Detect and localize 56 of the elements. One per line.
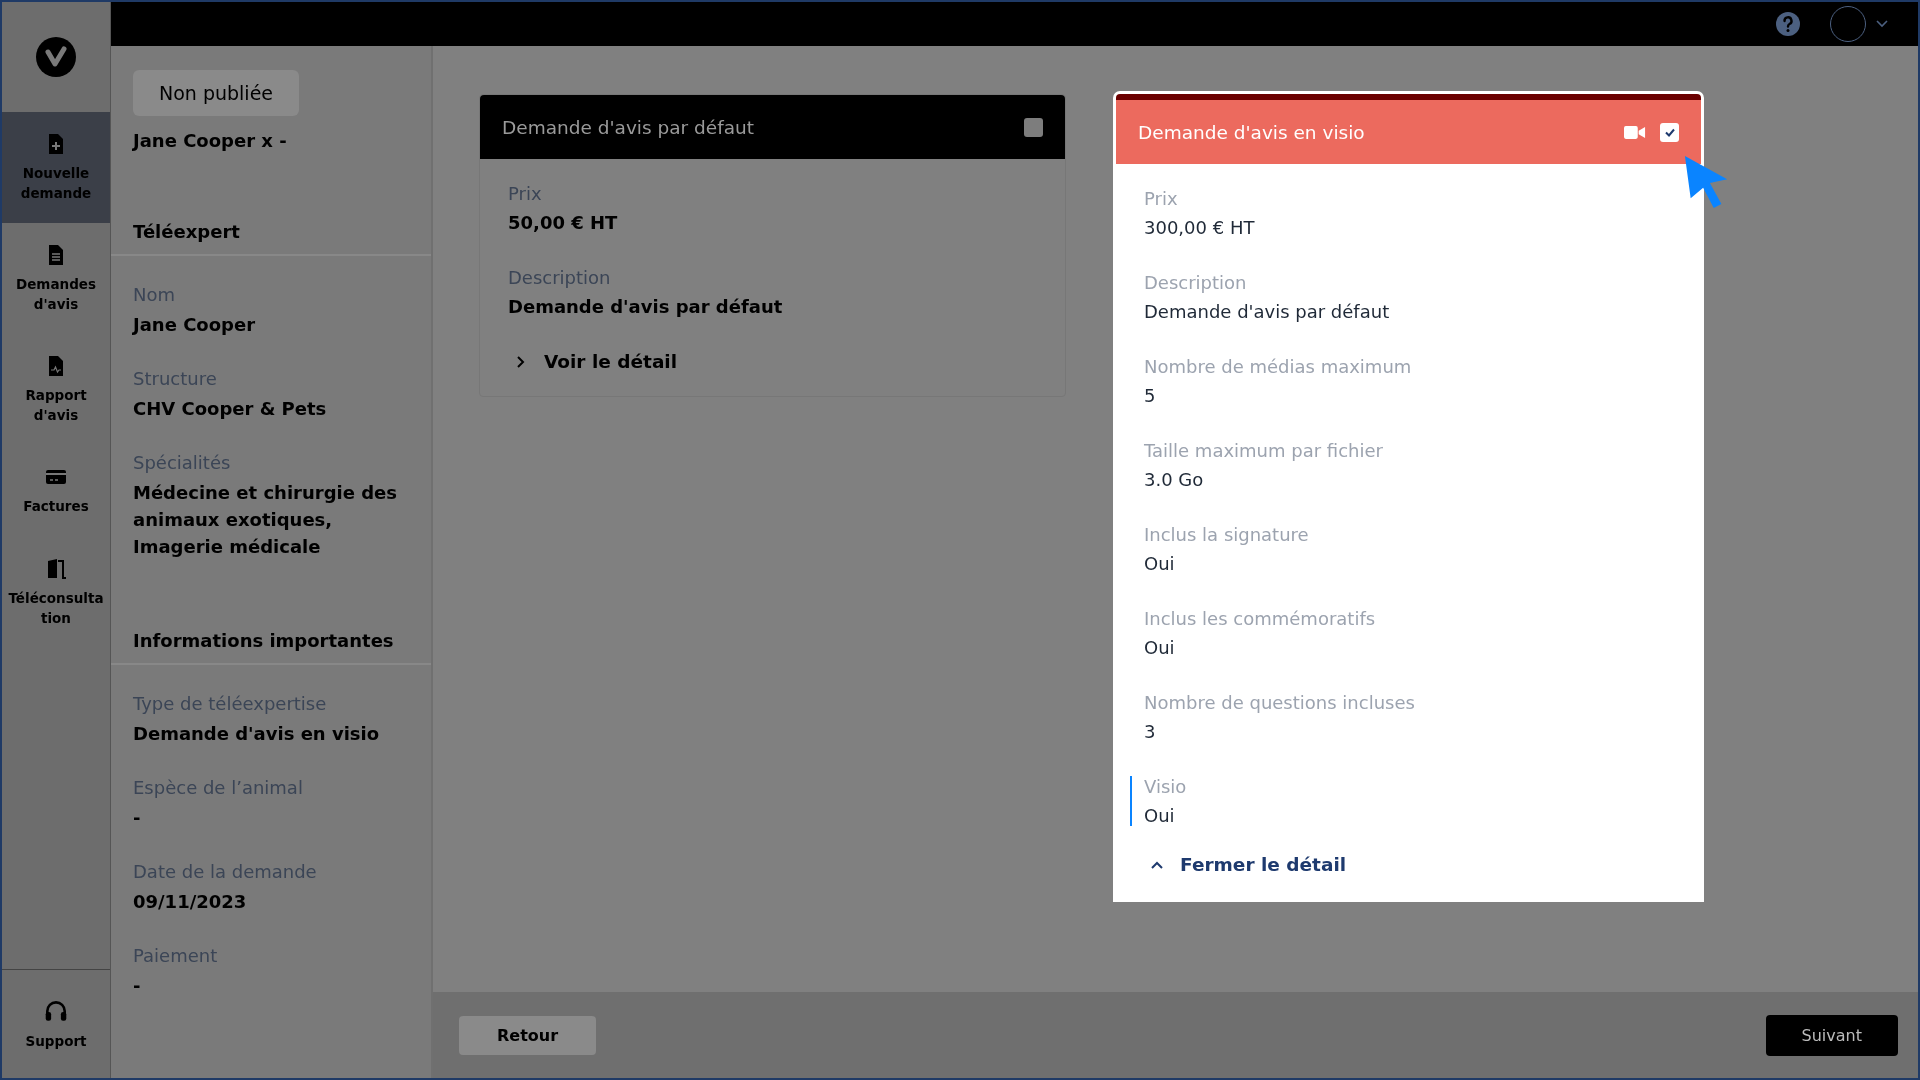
- help-icon[interactable]: [1776, 12, 1800, 36]
- video-camera-icon: [1624, 124, 1646, 140]
- field-value: Oui: [1144, 637, 1176, 658]
- next-button[interactable]: Suivant: [1765, 1014, 1898, 1056]
- field-value: Demande d'avis par défaut: [508, 296, 784, 317]
- checkbox[interactable]: [1024, 117, 1043, 137]
- field-value: Oui: [1144, 805, 1176, 826]
- field-label: Description: [1144, 272, 1248, 293]
- field-label: Type de téléexpertise: [133, 693, 328, 714]
- field-value: -: [133, 974, 142, 998]
- field-label: Nombre de questions incluses: [1144, 692, 1416, 713]
- field-label: Paiement: [133, 945, 219, 966]
- field-label: Espèce de l’animal: [133, 777, 304, 798]
- field-value: 5: [1144, 385, 1157, 406]
- field-label: Visio: [1144, 776, 1188, 797]
- field-value: 3.0 Go: [1144, 469, 1205, 490]
- field-value: Demande d'avis en visio: [133, 722, 381, 746]
- logo-icon: [36, 37, 76, 77]
- section-title: Téléexpert: [111, 221, 431, 256]
- nav-item[interactable]: Demandes d'avis: [2, 223, 110, 335]
- card-title: Demande d'avis en visio: [1138, 121, 1365, 143]
- field-value: -: [133, 806, 142, 830]
- field-label: Nombre de médias maximum: [1144, 356, 1413, 377]
- field-value: Médecine et chirurgie des animaux exotiques, Imagerie médicale: [133, 481, 398, 559]
- field-value: Oui: [1144, 553, 1176, 574]
- field-label: Inclus la signature: [1144, 524, 1310, 545]
- field-label: Taille maximum par fichier: [1144, 440, 1384, 461]
- detail-toggle-link[interactable]: Voir le détail: [508, 351, 678, 376]
- field-value: CHV Cooper & Pets: [133, 397, 328, 421]
- field-label: Description: [508, 267, 612, 288]
- back-button[interactable]: Retour: [459, 1015, 597, 1055]
- field-label: Prix: [508, 183, 543, 204]
- request-title: Jane Cooper x -: [133, 130, 287, 151]
- field-value: 3: [1144, 721, 1157, 742]
- detail-toggle-link[interactable]: Fermer le détail: [1144, 854, 1347, 879]
- field-label: Prix: [1144, 188, 1179, 209]
- offer-card[interactable]: Demande d'avis par défaut Prix 50,00 € HT Description Demande d'avis par défaut Voir le détail: [479, 94, 1066, 397]
- field-label: Nom: [133, 284, 176, 305]
- field-value: 300,00 € HT: [1144, 217, 1256, 238]
- nav-item[interactable]: Téléconsultation: [2, 536, 110, 649]
- field-value: 50,00 € HT: [508, 212, 619, 233]
- section-title: Informations importantes: [111, 630, 431, 665]
- field-label: Inclus les commémoratifs: [1144, 608, 1377, 629]
- chevron-down-icon[interactable]: [1876, 20, 1888, 28]
- field-value: Demande d'avis par défaut: [1144, 301, 1391, 322]
- field-value: Jane Cooper: [133, 313, 257, 337]
- nav-item[interactable]: Rapport d'avis: [2, 334, 110, 446]
- field-label: Structure: [133, 368, 218, 389]
- field-label: Spécialités: [133, 452, 232, 473]
- support-nav-item[interactable]: Support: [2, 969, 110, 1078]
- card-title: Demande d'avis par défaut: [502, 116, 754, 138]
- field-label: Date de la demande: [133, 861, 318, 882]
- status-badge: Non publiée: [133, 70, 300, 116]
- checkbox[interactable]: [1660, 122, 1679, 142]
- nav-item[interactable]: Factures: [2, 445, 110, 537]
- field-value: 09/11/2023: [133, 890, 248, 914]
